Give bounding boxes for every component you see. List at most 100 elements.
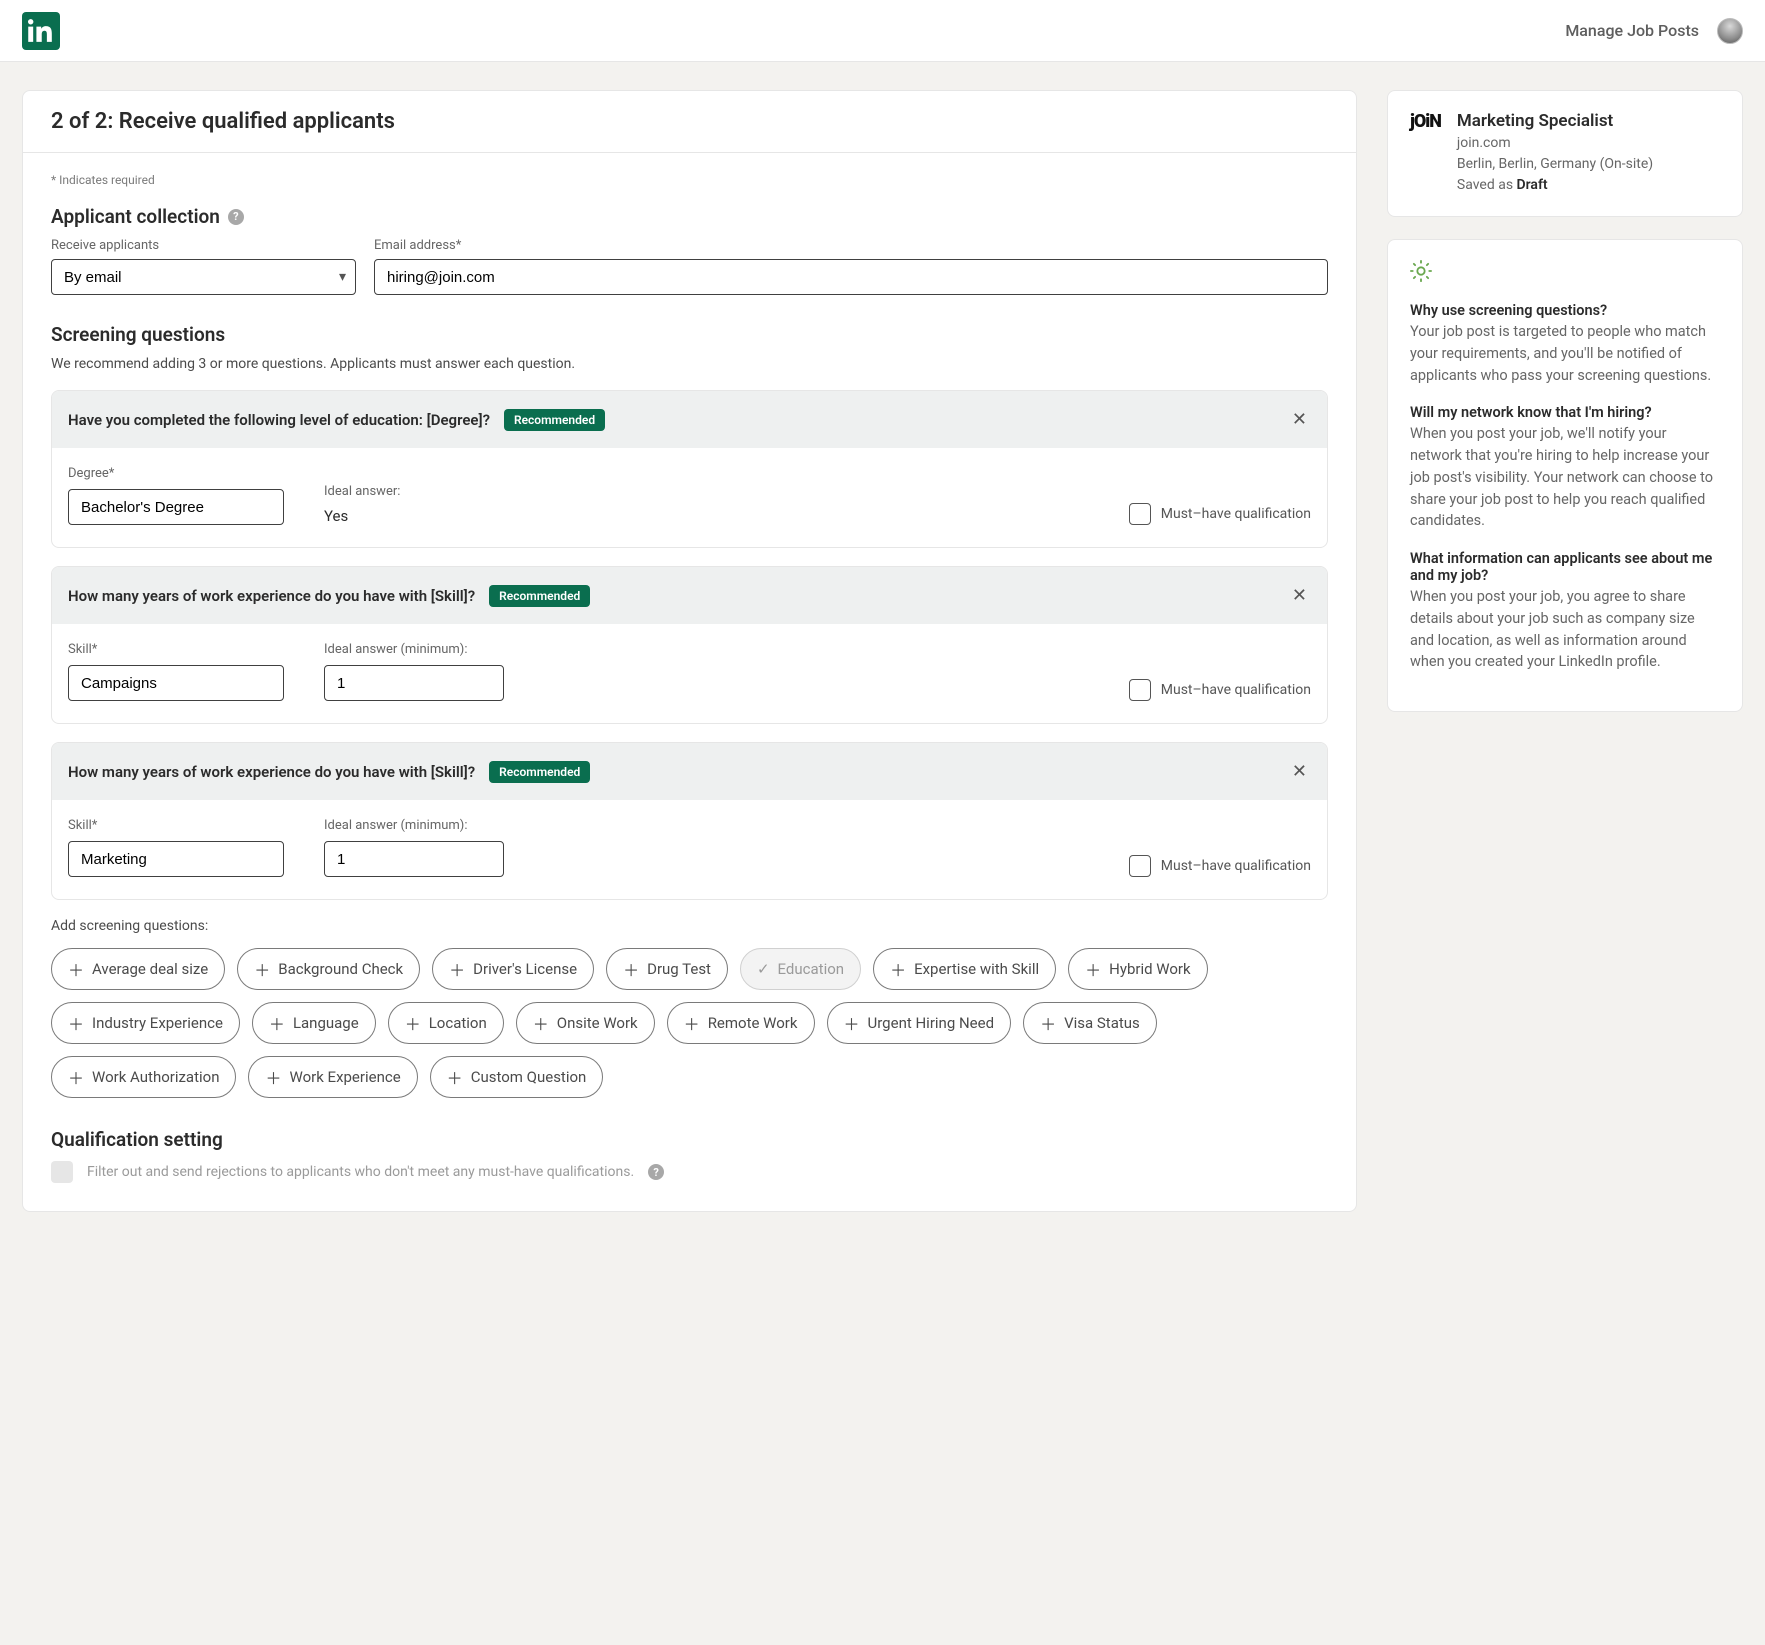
- question-title: Have you completed the following level o…: [68, 411, 490, 429]
- chip-label: Drug Test: [647, 960, 711, 978]
- plus-icon: ＋: [684, 1011, 700, 1035]
- recommended-badge: Recommended: [489, 761, 590, 783]
- plus-icon: ＋: [1085, 957, 1101, 981]
- linkedin-icon: [28, 18, 54, 44]
- ideal-answer-label: Ideal answer (minimum):: [324, 818, 504, 833]
- screening-title: Screening questions: [51, 323, 1328, 346]
- close-icon[interactable]: ✕: [1288, 405, 1311, 434]
- recommended-badge: Recommended: [489, 585, 590, 607]
- screening-chip[interactable]: ＋ Drug Test: [606, 948, 728, 990]
- tip-block: Will my network know that I'm hiring? Wh…: [1410, 404, 1720, 532]
- chip-label: Industry Experience: [92, 1014, 223, 1032]
- close-icon[interactable]: ✕: [1288, 757, 1311, 786]
- check-icon: ✓: [757, 960, 770, 978]
- join-logo: jOiN: [1410, 111, 1441, 132]
- ideal-answer-input[interactable]: [324, 665, 504, 701]
- chip-label: Expertise with Skill: [914, 960, 1039, 978]
- plus-icon: ＋: [447, 1065, 463, 1089]
- musthave-checkbox[interactable]: [1129, 679, 1151, 701]
- ideal-answer-input[interactable]: [324, 841, 504, 877]
- plus-icon: ＋: [890, 957, 906, 981]
- tips-card: Why use screening questions? Your job po…: [1387, 239, 1743, 712]
- question-card: Have you completed the following level o…: [51, 390, 1328, 548]
- plus-icon: ＋: [254, 957, 270, 981]
- plus-icon: ＋: [68, 1065, 84, 1089]
- screening-chip[interactable]: ＋ Driver's License: [432, 948, 594, 990]
- help-icon[interactable]: ?: [228, 209, 244, 225]
- musthave-label: Must–have qualification: [1161, 682, 1311, 698]
- step-title: 2 of 2: Receive qualified applicants: [51, 109, 1328, 134]
- filter-rejections-label: Filter out and send rejections to applic…: [87, 1164, 634, 1180]
- tip-answer: Your job post is targeted to people who …: [1410, 321, 1720, 386]
- chip-label: Remote Work: [708, 1014, 798, 1032]
- recommended-badge: Recommended: [504, 409, 605, 431]
- chip-label: Driver's License: [473, 960, 577, 978]
- question-card: How many years of work experience do you…: [51, 566, 1328, 724]
- musthave-label: Must–have qualification: [1161, 858, 1311, 874]
- screening-chip[interactable]: ＋ Urgent Hiring Need: [827, 1002, 1012, 1044]
- job-summary-card: jOiN Marketing Specialist join.com Berli…: [1387, 90, 1743, 217]
- job-company: join.com: [1457, 133, 1653, 154]
- email-input[interactable]: [374, 259, 1328, 295]
- question-title: How many years of work experience do you…: [68, 587, 475, 605]
- screening-chip[interactable]: ＋ Remote Work: [667, 1002, 815, 1044]
- question-field-input[interactable]: [68, 841, 284, 877]
- plus-icon: ＋: [68, 957, 84, 981]
- screening-chip[interactable]: ＋ Hybrid Work: [1068, 948, 1207, 990]
- ideal-answer-label: Ideal answer (minimum):: [324, 642, 504, 657]
- chip-label: Work Authorization: [92, 1068, 219, 1086]
- manage-job-posts-link[interactable]: Manage Job Posts: [1565, 21, 1699, 40]
- plus-icon: ＋: [269, 1011, 285, 1035]
- tip-block: What information can applicants see abou…: [1410, 550, 1720, 673]
- plus-icon: ＋: [265, 1065, 281, 1089]
- chip-label: Background Check: [278, 960, 403, 978]
- chip-label: Visa Status: [1064, 1014, 1140, 1032]
- screening-chip[interactable]: ＋Location: [388, 1002, 504, 1044]
- close-icon[interactable]: ✕: [1288, 581, 1311, 610]
- chip-wrap: ＋Average deal size＋Background Check＋Driv…: [51, 948, 1328, 1098]
- question-title: How many years of work experience do you…: [68, 763, 475, 781]
- chip-label: Language: [293, 1014, 359, 1032]
- plus-icon: ＋: [533, 1011, 549, 1035]
- question-field-label: Skill*: [68, 818, 284, 833]
- chip-label: Hybrid Work: [1109, 960, 1190, 978]
- chip-label: Onsite Work: [557, 1014, 638, 1032]
- linkedin-logo[interactable]: [22, 12, 60, 50]
- screening-chip[interactable]: ＋ Expertise with Skill: [873, 948, 1056, 990]
- musthave-label: Must–have qualification: [1161, 506, 1311, 522]
- question-field-input[interactable]: [68, 665, 284, 701]
- question-card: How many years of work experience do you…: [51, 742, 1328, 900]
- plus-icon: ＋: [844, 1011, 860, 1035]
- musthave-checkbox[interactable]: [1129, 503, 1151, 525]
- tip-answer: When you post your job, you agree to sha…: [1410, 586, 1720, 673]
- screening-chip[interactable]: ＋Custom Question: [430, 1056, 604, 1098]
- plus-icon: ＋: [449, 957, 465, 981]
- screening-chip[interactable]: ＋ Background Check: [237, 948, 420, 990]
- screening-chip[interactable]: ＋ Work Authorization: [51, 1056, 236, 1098]
- filter-rejections-checkbox[interactable]: [51, 1161, 73, 1183]
- plus-icon: ＋: [1040, 1011, 1056, 1035]
- chip-label: Urgent Hiring Need: [868, 1014, 995, 1032]
- qualification-title: Qualification setting: [51, 1128, 1328, 1151]
- tip-question: Will my network know that I'm hiring?: [1410, 404, 1720, 421]
- plus-icon: ＋: [623, 957, 639, 981]
- screening-chip[interactable]: ＋ Visa Status: [1023, 1002, 1157, 1044]
- question-field-input[interactable]: [68, 489, 284, 525]
- ideal-answer-value: Yes: [324, 507, 400, 525]
- screening-chip[interactable]: ＋Average deal size: [51, 948, 225, 990]
- email-label: Email address*: [374, 238, 1328, 253]
- job-title: Marketing Specialist: [1457, 111, 1653, 131]
- question-field-label: Skill*: [68, 642, 284, 657]
- lightbulb-icon: [1410, 260, 1720, 286]
- receive-applicants-select[interactable]: By email: [51, 259, 356, 295]
- musthave-checkbox[interactable]: [1129, 855, 1151, 877]
- tip-answer: When you post your job, we'll notify you…: [1410, 423, 1720, 532]
- screening-chip[interactable]: ＋ Work Experience: [248, 1056, 417, 1098]
- chip-label: Work Experience: [290, 1068, 401, 1086]
- screening-chip[interactable]: ＋ Language: [252, 1002, 376, 1044]
- screening-chip[interactable]: ＋Industry Experience: [51, 1002, 240, 1044]
- help-icon[interactable]: ?: [648, 1164, 664, 1180]
- screening-chip[interactable]: ＋ Onsite Work: [516, 1002, 655, 1044]
- user-avatar[interactable]: [1717, 18, 1743, 44]
- job-status: Saved as Draft: [1457, 175, 1653, 196]
